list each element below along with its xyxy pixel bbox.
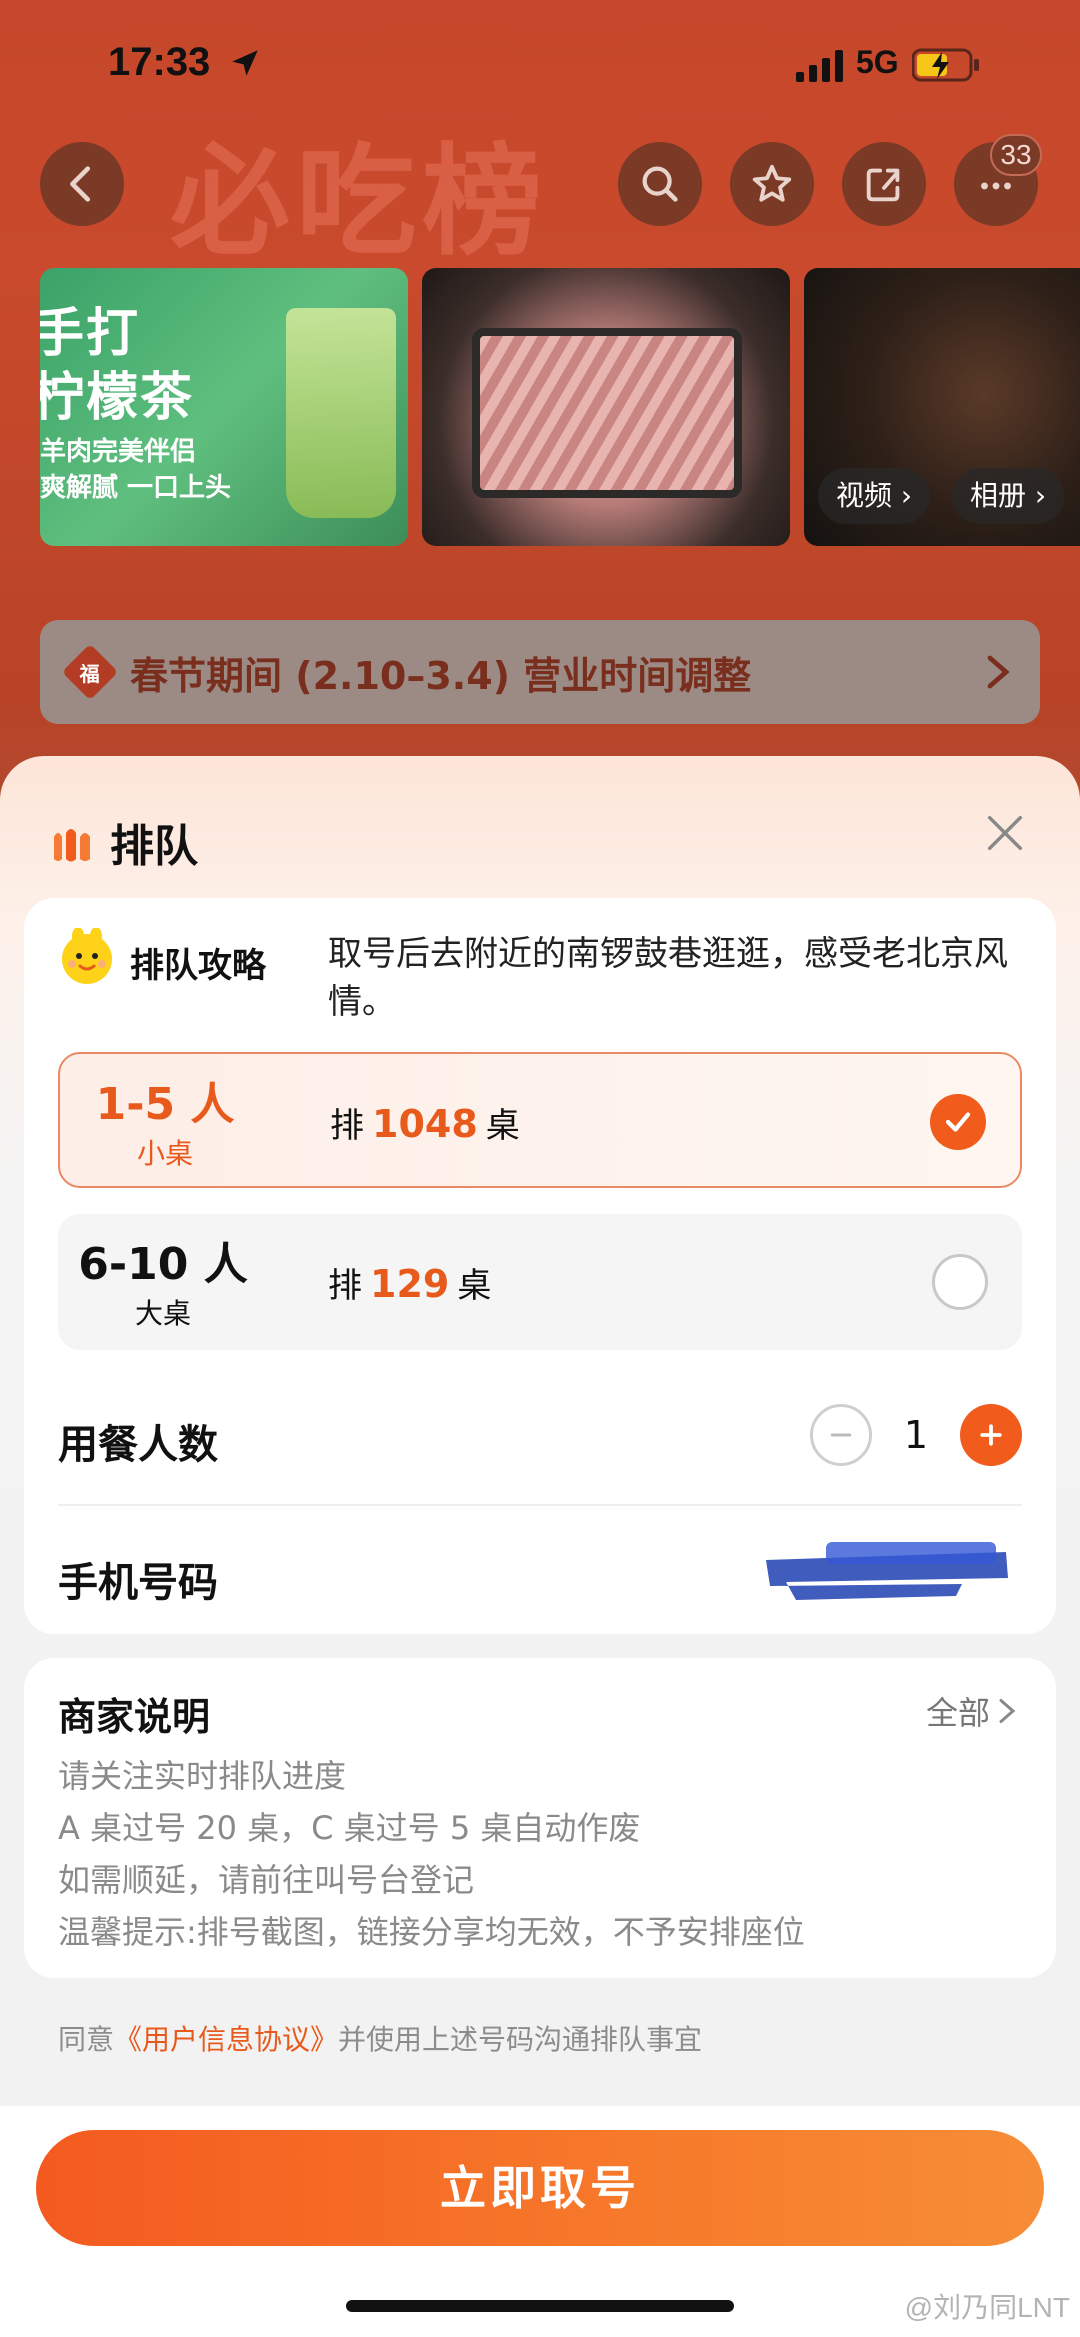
phone-number-redacted[interactable] (756, 1538, 1016, 1606)
brand-watermark: 必吃榜 (170, 133, 548, 272)
plus-icon (980, 1424, 1002, 1446)
selected-radio[interactable] (930, 1094, 986, 1150)
note-line: 如需顺延，请前往叫号台登记 (58, 1861, 475, 1899)
video-tag[interactable]: 视频 › (818, 468, 931, 524)
option-table-type: 小桌 (136, 1137, 193, 1170)
close-icon[interactable] (982, 810, 1028, 856)
decrement-button[interactable] (810, 1404, 872, 1466)
chevron-right-icon (999, 1699, 1016, 1723)
diners-count: 1 (903, 1413, 929, 1457)
divider (58, 1504, 1022, 1506)
queue-number: 1048 (372, 1102, 478, 1146)
home-indicator (346, 2300, 734, 2312)
gallery-image-lemon-tea[interactable]: 手打 柠檬茶 羊肉完美伴侣 爽解腻 一口上头 (40, 268, 408, 546)
share-icon (866, 168, 900, 202)
option-size: 1-5 人 (95, 1079, 235, 1130)
queue-number: 129 (370, 1262, 450, 1306)
fu-icon: 福 (61, 643, 119, 701)
gallery-sub-line: 羊肉完美伴侣 (40, 437, 197, 467)
message-count-badge: 33 (990, 134, 1042, 176)
note-line: 温馨提示:排号截图，链接分享均无效，不予安排座位 (58, 1913, 805, 1951)
search-icon (642, 166, 678, 202)
gallery-sub-line: 爽解腻 一口上头 (40, 473, 232, 503)
sheet-header: 排队 (50, 810, 198, 874)
table-option-small[interactable]: 1-5 人 小桌 排 1048 桌 (58, 1052, 1022, 1188)
user-agreement-link[interactable]: 《用户信息协议》 (114, 2023, 338, 2056)
gallery-title-line: 柠檬茶 (40, 368, 195, 428)
gallery-title-line: 手打 (40, 304, 141, 364)
location-arrow-icon (232, 50, 258, 76)
notes-title: 商家说明 (58, 1695, 211, 1739)
sheet-title: 排队 (110, 821, 198, 872)
merchant-notes-card: 商家说明 全部 请关注实时排队进度 A 桌过号 20 桌，C 桌过号 5 桌自动… (24, 1658, 1056, 1978)
tip-label: 排队攻略 (130, 946, 266, 986)
notes-list: 请关注实时排队进度 A 桌过号 20 桌，C 桌过号 5 桌自动作废 如需顺延，… (58, 1750, 1026, 1958)
gallery-image-dessert[interactable]: 视频 › 相册 › (804, 268, 1080, 546)
signal-icon (796, 50, 843, 82)
share-button[interactable] (842, 142, 926, 226)
option-size: 6-10 人 (78, 1239, 248, 1290)
lamb-tray-image (472, 328, 742, 498)
increment-button[interactable] (960, 1404, 1022, 1466)
back-button[interactable] (40, 142, 124, 226)
chevron-right-icon (987, 655, 1010, 689)
holiday-notice[interactable]: 福 春节期间 (2.10–3.4) 营业时间调整 (40, 620, 1040, 724)
option-queue-count: 排 1048 桌 (330, 1102, 520, 1146)
gallery-image-lamb[interactable] (422, 268, 790, 546)
take-number-button[interactable]: 立即取号 (36, 2130, 1044, 2246)
network-type: 5G (856, 44, 899, 80)
notice-text: 春节期间 (2.10–3.4) 营业时间调整 (130, 653, 752, 698)
queue-sheet: 排队 排队攻略 取号后去附近的南锣鼓巷逛逛，感受老北京风情。 1-5 人 小桌 … (0, 756, 1080, 2337)
album-tag[interactable]: 相册 › (952, 468, 1065, 524)
search-button[interactable] (618, 142, 702, 226)
favorite-button[interactable] (730, 142, 814, 226)
status-time: 17:33 (108, 40, 211, 84)
view-all-link[interactable]: 全部 (926, 1688, 1016, 1734)
battery-charging-icon (912, 48, 979, 82)
queue-icon (54, 829, 90, 862)
phone-label: 手机号码 (58, 1560, 218, 1606)
queue-form-card: 排队攻略 取号后去附近的南锣鼓巷逛逛，感受老北京风情。 1-5 人 小桌 排 1… (24, 898, 1056, 1634)
note-line: 请关注实时排队进度 (58, 1757, 347, 1795)
diners-label: 用餐人数 (58, 1422, 218, 1468)
table-option-large[interactable]: 6-10 人 大桌 排 129 桌 (58, 1214, 1022, 1350)
weibo-watermark: @刘乃同LNT (904, 2292, 1070, 2323)
tip-text: 取号后去附近的南锣鼓巷逛逛，感受老北京风情。 (328, 934, 1008, 1022)
minus-icon (830, 1433, 852, 1437)
mascot-icon (62, 928, 112, 984)
checkmark-icon (945, 1112, 971, 1132)
star-icon (752, 164, 792, 202)
option-queue-count: 排 129 桌 (328, 1262, 492, 1306)
unselected-radio[interactable] (932, 1254, 988, 1310)
diners-stepper: 1 (810, 1404, 1022, 1466)
back-icon (70, 166, 91, 202)
note-line: A 桌过号 20 桌，C 桌过号 5 桌自动作废 (58, 1809, 641, 1847)
option-table-type: 大桌 (134, 1297, 191, 1330)
photo-gallery[interactable]: 手打 柠檬茶 羊肉完美伴侣 爽解腻 一口上头 视频 › 相册 › (40, 268, 1080, 546)
drink-cup-image (286, 308, 396, 518)
agreement-text: 同意《用户信息协议》并使用上述号码沟通排队事宜 (58, 2023, 703, 2056)
